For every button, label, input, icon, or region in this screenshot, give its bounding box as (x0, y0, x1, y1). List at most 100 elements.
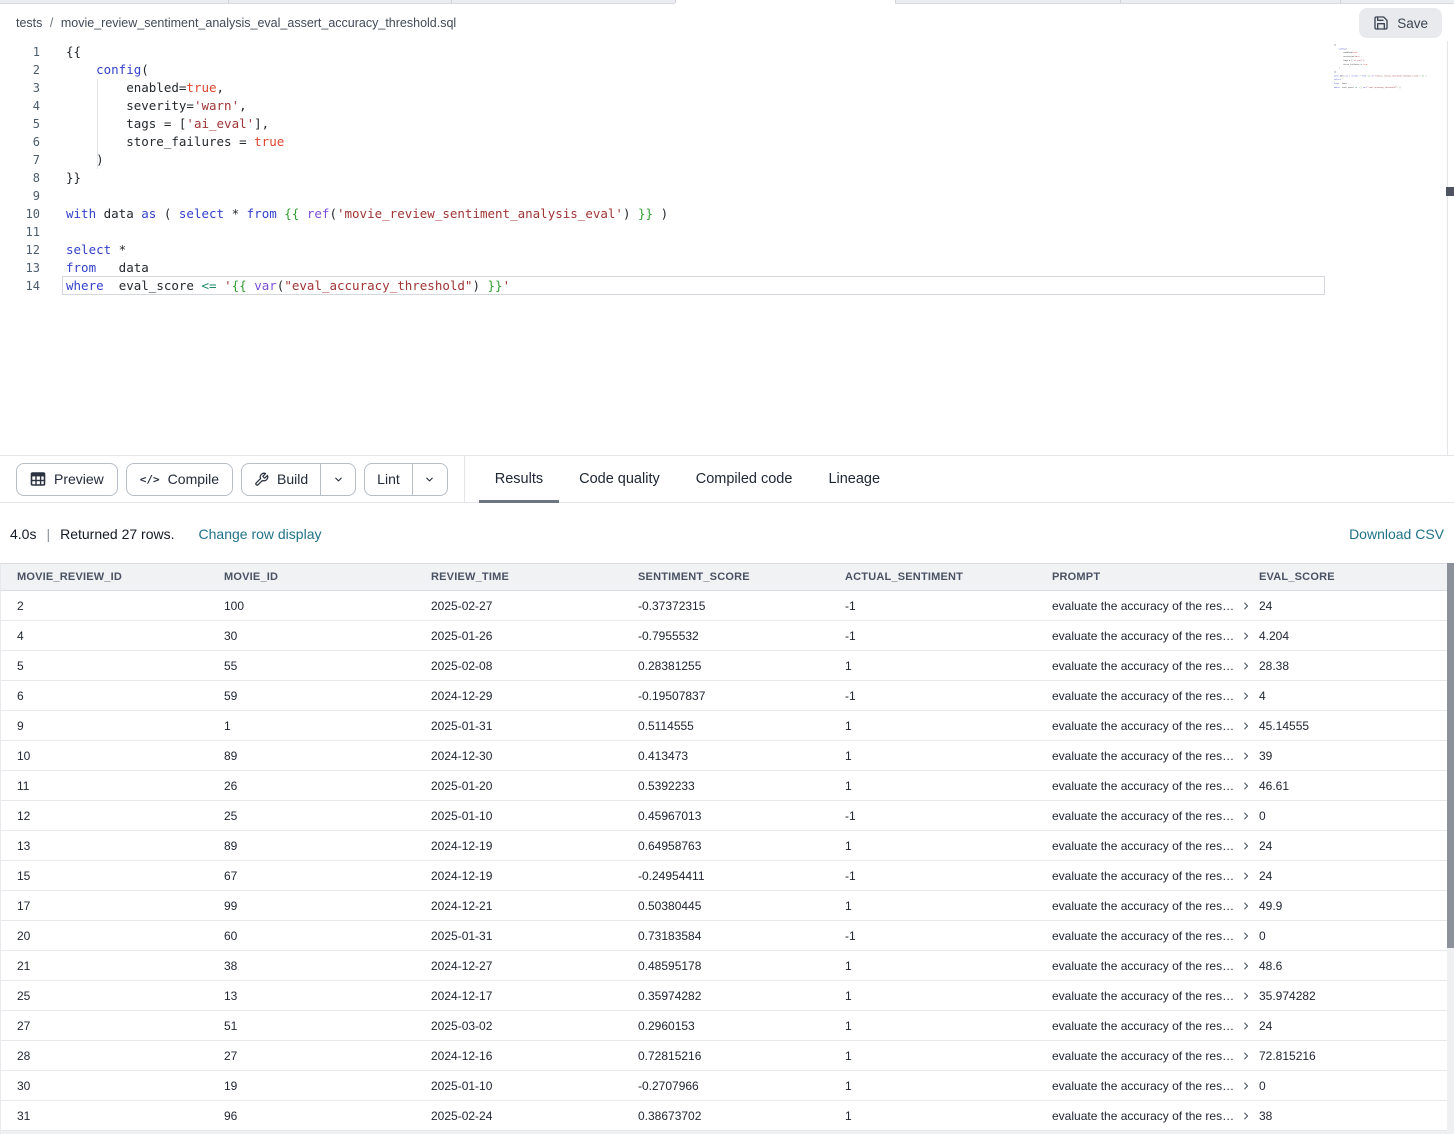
cell-movie_review_id: 11 (9, 779, 216, 793)
prompt-expand[interactable]: evaluate the accuracy of the res… (1044, 869, 1251, 883)
toolbar: Preview </> Compile Build Lint Results Co… (0, 455, 1454, 503)
cell-actual_sentiment: -1 (837, 929, 1044, 943)
prompt-expand[interactable]: evaluate the accuracy of the res… (1044, 899, 1251, 913)
cell-sentiment_score: 0.48595178 (630, 959, 837, 973)
table-scrollbar-thumb[interactable] (1447, 563, 1454, 948)
lint-dropdown-toggle[interactable] (412, 464, 447, 495)
cell-movie_review_id: 4 (9, 629, 216, 643)
code-line[interactable]: 2 config( (0, 61, 1324, 79)
cell-movie_review_id: 10 (9, 749, 216, 763)
tab-results[interactable]: Results (493, 456, 545, 502)
line-number: 4 (0, 97, 40, 115)
prompt-expand[interactable]: evaluate the accuracy of the res… (1044, 1019, 1251, 1033)
cell-actual_sentiment: 1 (837, 899, 1044, 913)
file-header: tests / movie_review_sentiment_analysis_… (0, 5, 1454, 41)
toolbar-divider (464, 456, 465, 502)
status-row: 4.0s | Returned 27 rows. Change row disp… (0, 504, 1454, 563)
cell-review_time: 2024-12-21 (423, 899, 630, 913)
prompt-text: evaluate the accuracy of the res… (1052, 929, 1234, 943)
code-line[interactable]: 7 ) (0, 151, 1324, 169)
prompt-expand[interactable]: evaluate the accuracy of the res… (1044, 719, 1251, 733)
prompt-expand[interactable]: evaluate the accuracy of the res… (1044, 1109, 1251, 1123)
table-scrollbar-track[interactable] (1447, 563, 1454, 1134)
line-number: 6 (0, 133, 40, 151)
prompt-expand[interactable]: evaluate the accuracy of the res… (1044, 989, 1251, 1003)
chevron-right-icon (1241, 1111, 1251, 1121)
cell-sentiment_score: 0.73183584 (630, 929, 837, 943)
compile-button[interactable]: </> Compile (126, 463, 233, 496)
code-line[interactable]: 12select * (0, 241, 1324, 259)
editor-scrollbar-thumb[interactable] (1446, 187, 1454, 196)
chevron-right-icon (1241, 1021, 1251, 1031)
prompt-expand[interactable]: evaluate the accuracy of the res… (1044, 1049, 1251, 1063)
cell-actual_sentiment: -1 (837, 689, 1044, 703)
tab-compiled-code[interactable]: Compiled code (694, 456, 795, 502)
code-line[interactable]: 1{{ (0, 43, 1324, 61)
cell-movie_id: 26 (216, 779, 423, 793)
cell-movie_review_id: 30 (9, 1079, 216, 1093)
cell-movie_review_id: 17 (9, 899, 216, 913)
cell-actual_sentiment: 1 (837, 1109, 1044, 1123)
download-csv-link[interactable]: Download CSV (1349, 526, 1444, 542)
prompt-expand[interactable]: evaluate the accuracy of the res… (1044, 659, 1251, 673)
cell-movie_review_id: 15 (9, 869, 216, 883)
cell-movie_id: 1 (216, 719, 423, 733)
code-line[interactable]: 5 tags = ['ai_eval'], (0, 115, 1324, 133)
lint-button[interactable]: Lint (365, 464, 412, 495)
code-line[interactable]: 11 (0, 223, 1324, 241)
table-row: 12252025-01-100.45967013-1evaluate the a… (1, 801, 1454, 831)
code-line[interactable]: 3 enabled=true, (0, 79, 1324, 97)
cell-sentiment_score: 0.5392233 (630, 779, 837, 793)
code-line[interactable]: 13from data (0, 259, 1324, 277)
prompt-expand[interactable]: evaluate the accuracy of the res… (1044, 1079, 1251, 1093)
line-number: 10 (0, 205, 40, 223)
prompt-expand[interactable]: evaluate the accuracy of the res… (1044, 599, 1251, 613)
preview-button[interactable]: Preview (16, 463, 118, 496)
prompt-expand[interactable]: evaluate the accuracy of the res… (1044, 749, 1251, 763)
change-row-display-link[interactable]: Change row display (199, 526, 322, 542)
code-editor[interactable]: 1{{2 config(3 enabled=true,4 severity='w… (0, 41, 1454, 455)
prompt-expand[interactable]: evaluate the accuracy of the res… (1044, 689, 1251, 703)
prompt-expand[interactable]: evaluate the accuracy of the res… (1044, 779, 1251, 793)
save-button[interactable]: Save (1359, 8, 1442, 38)
cell-movie_id: 99 (216, 899, 423, 913)
build-dropdown-toggle[interactable] (320, 464, 355, 495)
chevron-right-icon (1241, 721, 1251, 731)
cell-actual_sentiment: -1 (837, 809, 1044, 823)
code-line[interactable]: 4 severity='warn', (0, 97, 1324, 115)
cell-eval_score: 45.14555 (1251, 719, 1454, 733)
prompt-expand[interactable]: evaluate the accuracy of the res… (1044, 959, 1251, 973)
prompt-text: evaluate the accuracy of the res… (1052, 689, 1234, 703)
minimap[interactable]: {{ config( enabled=true, severity='warn'… (1334, 43, 1446, 443)
code-line[interactable]: 8}} (0, 169, 1324, 187)
build-split-button: Build (241, 463, 356, 496)
code-line[interactable]: 14where eval_score <= '{{ var("eval_accu… (0, 277, 1324, 295)
cell-movie_id: 51 (216, 1019, 423, 1033)
chevron-right-icon (1241, 1051, 1251, 1061)
tab-lineage[interactable]: Lineage (826, 456, 882, 502)
prompt-expand[interactable]: evaluate the accuracy of the res… (1044, 629, 1251, 643)
breadcrumb-root[interactable]: tests (16, 16, 42, 30)
prompt-expand[interactable]: evaluate the accuracy of the res… (1044, 809, 1251, 823)
table-row: 20602025-01-310.73183584-1evaluate the a… (1, 921, 1454, 951)
cell-movie_review_id: 21 (9, 959, 216, 973)
cell-movie_review_id: 2 (9, 599, 216, 613)
cell-movie_id: 59 (216, 689, 423, 703)
file-tab-strip[interactable] (0, 0, 1454, 4)
cell-actual_sentiment: 1 (837, 959, 1044, 973)
code-line[interactable]: 9 (0, 187, 1324, 205)
breadcrumb-separator: / (50, 16, 53, 30)
active-file-tab[interactable] (675, 0, 895, 4)
build-button[interactable]: Build (242, 464, 320, 495)
cell-actual_sentiment: 1 (837, 719, 1044, 733)
code-text: {{ (66, 43, 81, 61)
line-number: 13 (0, 259, 40, 277)
cell-eval_score: 0 (1251, 809, 1454, 823)
code-line[interactable]: 10with data as ( select * from {{ ref('m… (0, 205, 1324, 223)
prompt-expand[interactable]: evaluate the accuracy of the res… (1044, 929, 1251, 943)
prompt-expand[interactable]: evaluate the accuracy of the res… (1044, 839, 1251, 853)
cell-movie_review_id: 12 (9, 809, 216, 823)
cell-eval_score: 28.38 (1251, 659, 1454, 673)
code-line[interactable]: 6 store_failures = true (0, 133, 1324, 151)
tab-code-quality[interactable]: Code quality (577, 456, 662, 502)
